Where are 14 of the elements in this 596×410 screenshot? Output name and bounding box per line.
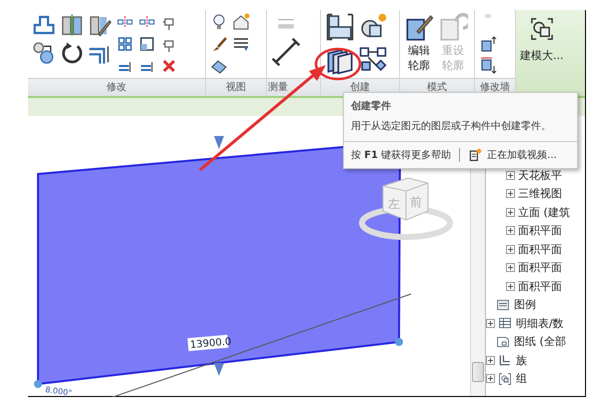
- panel-label: 测量: [268, 82, 288, 93]
- panel-label: 修改: [106, 82, 126, 93]
- help-hint: 按 F1 键获得更多帮助: [351, 148, 452, 162]
- panel-label: 修改墙: [480, 82, 510, 93]
- cube-face-label: 前: [410, 195, 422, 209]
- panel-label: 模式: [427, 82, 447, 93]
- panel-label: 创建: [350, 82, 370, 93]
- tooltip-title: 创建零件: [350, 100, 392, 114]
- panel-label: 视图: [226, 82, 246, 93]
- tooltip-description: 用于从选定图元的图层或子构件中创建零件。: [344, 115, 577, 142]
- dimension-label: 13900.0: [190, 336, 232, 351]
- cube-face-label: 左: [388, 197, 400, 211]
- angle-label: 8.000°: [44, 385, 73, 397]
- loading-video-text: 正在加载视频...: [487, 148, 557, 162]
